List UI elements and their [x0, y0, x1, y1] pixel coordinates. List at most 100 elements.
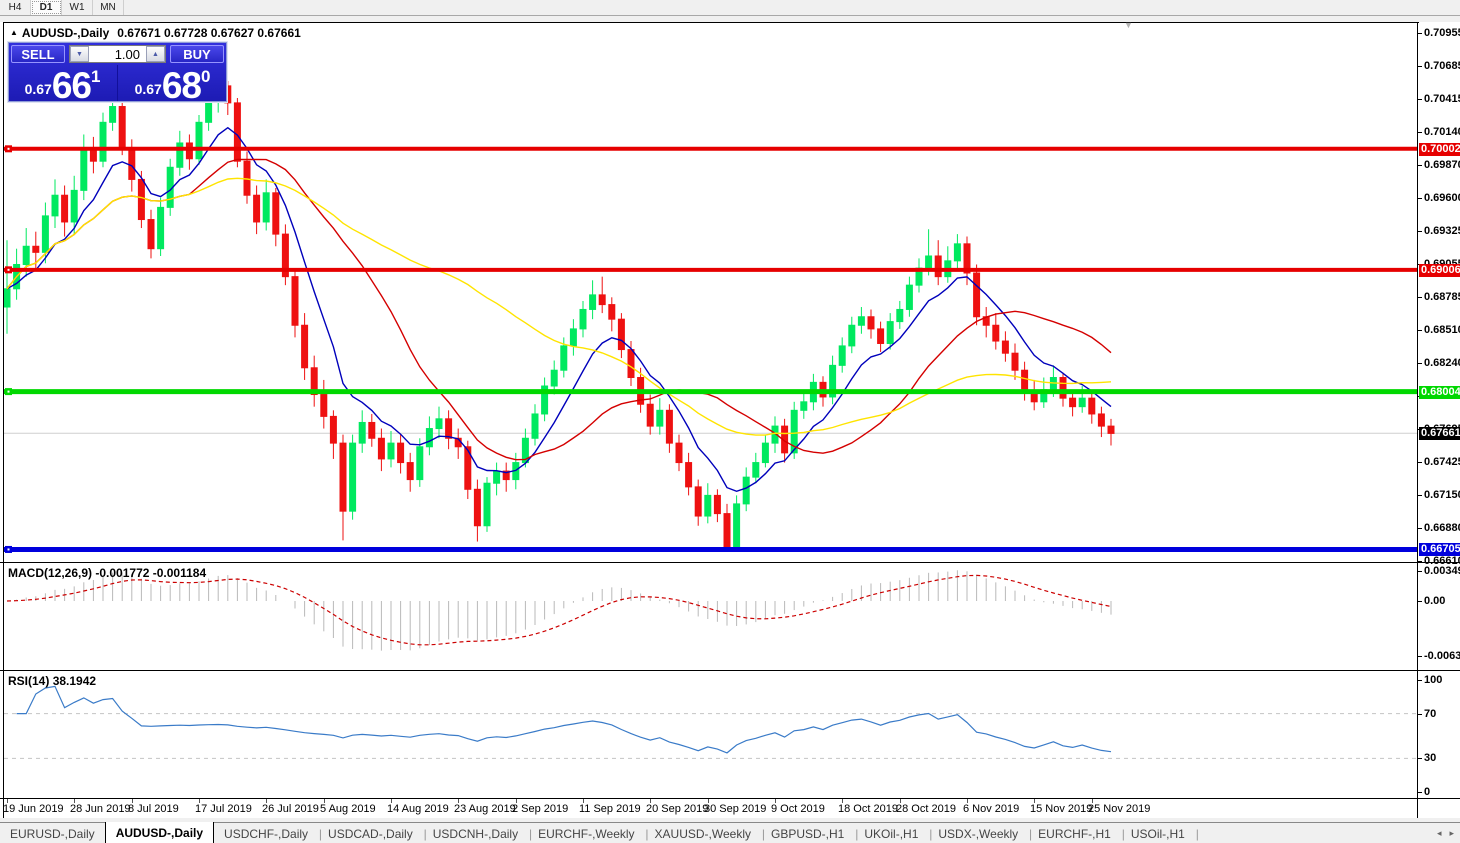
price-tick-label: 0.67150: [1424, 489, 1460, 501]
date-label: 30 Sep 2019: [704, 803, 766, 815]
window-chrome-strip: [0, 16, 1460, 22]
date-label: 6 Nov 2019: [963, 803, 1019, 815]
axis-tick-mark: [1417, 792, 1422, 793]
price-tick-label: 0.69325: [1424, 225, 1460, 237]
buy-price-pip: 0: [201, 67, 210, 87]
price-line-label-0.68004: 0.68004: [1419, 386, 1460, 399]
chart-symbol-label: AUDUSD-,Daily: [22, 26, 109, 40]
trade-panel-divider: [117, 65, 118, 101]
axis-tick-mark: [1417, 714, 1422, 715]
macd-window-separator[interactable]: [0, 562, 1460, 563]
rsi-line: [17, 686, 1111, 753]
date-label: 2 Sep 2019: [512, 803, 568, 815]
tab-scroll-right-icon[interactable]: ▸: [1449, 828, 1454, 839]
date-label: 17 Jul 2019: [195, 803, 252, 815]
price-tick-label: 100: [1424, 674, 1442, 686]
date-label: 26 Jul 2019: [262, 803, 319, 815]
price-line-label-0.69006: 0.69006: [1419, 264, 1460, 277]
axis-tick-mark: [1417, 165, 1422, 166]
macd-signal-line: [7, 575, 1111, 644]
price-tick-label: 0.68785: [1424, 291, 1460, 303]
sell-price-big: 66: [52, 71, 91, 101]
price-tick-label: 0.70685: [1424, 60, 1460, 72]
date-label: 28 Jun 2019: [70, 803, 131, 815]
tab-separator: |: [1196, 827, 1199, 841]
timeframe-toolbar: H4D1W1MN: [0, 0, 1460, 16]
axis-tick-mark: [1417, 132, 1422, 133]
price-tick-label: -0.00637: [1424, 650, 1460, 662]
sell-price-pip: 1: [91, 67, 100, 87]
sell-price[interactable]: 0.67 66 1: [9, 65, 116, 103]
price-line-label-0.66705: 0.66705: [1419, 543, 1460, 556]
rsi-pane: [4, 686, 1417, 758]
tab-usdcnh-daily[interactable]: USDCNH-,Daily|: [423, 823, 528, 843]
trading-terminal: H4D1W1MN ▲ AUDUSD-,Daily 0.67671 0.67728 0…: [0, 0, 1460, 843]
axis-tick-mark: [1417, 231, 1422, 232]
date-label: 28 Oct 2019: [896, 803, 956, 815]
axis-tick-mark: [1417, 561, 1422, 562]
buy-button[interactable]: BUY: [170, 45, 224, 63]
tab-usdchf-daily[interactable]: USDCHF-,Daily|: [214, 823, 318, 843]
price-tick-label: 0.70955: [1424, 27, 1460, 39]
tab-usdcad-daily[interactable]: USDCAD-,Daily|: [318, 823, 423, 843]
axis-tick-mark: [1417, 99, 1422, 100]
axis-tick-mark: [1417, 601, 1422, 602]
axis-tick-mark: [1417, 495, 1422, 496]
price-tick-label: 0.00349: [1424, 565, 1460, 577]
tab-scroll-left-icon[interactable]: ◂: [1437, 828, 1442, 839]
date-label: 15 Nov 2019: [1030, 803, 1092, 815]
timeframe-button-mn[interactable]: MN: [93, 0, 124, 15]
tab-usdx-weekly[interactable]: USDX-,Weekly|: [928, 823, 1028, 843]
volume-input[interactable]: 1.00: [89, 46, 146, 62]
price-tick-label: 0.70415: [1424, 93, 1460, 105]
volume-decrease-button[interactable]: ▼: [70, 46, 89, 62]
axis-tick-mark: [1417, 66, 1422, 67]
tab-usoil-h1[interactable]: USOil-,H1|: [1121, 823, 1195, 843]
macd-indicator-label: MACD(12,26,9) -0.001772 -0.001184: [8, 566, 206, 580]
timeframe-button-d1[interactable]: D1: [31, 0, 62, 15]
chart-canvas[interactable]: [0, 0, 1460, 843]
tab-eurchf-h1[interactable]: EURCHF-,H1|: [1028, 823, 1121, 843]
chart-title: ▲ AUDUSD-,Daily 0.67671 0.67728 0.67627 0.…: [10, 26, 301, 40]
date-label: 11 Sep 2019: [579, 803, 641, 815]
tab-eurusd-daily[interactable]: EURUSD-,Daily: [0, 823, 105, 843]
symbol-tab-bar: EURUSD-,DailyAUDUSD-,DailyUSDCHF-,Daily|…: [0, 822, 1460, 843]
axis-tick-mark: [1417, 680, 1422, 681]
tab-gbpusd-h1[interactable]: GBPUSD-,H1|: [761, 823, 854, 843]
axis-tick-mark: [1417, 462, 1422, 463]
price-tick-label: 0: [1424, 786, 1430, 798]
tab-eurchf-weekly[interactable]: EURCHF-,Weekly|: [528, 823, 644, 843]
trade-panel-top-row: SELL ▼ 1.00 ▲ BUY: [9, 43, 226, 65]
ma-line-45: [7, 178, 1111, 435]
timeframe-button-w1[interactable]: W1: [62, 0, 93, 15]
one-click-trade-panel: SELL ▼ 1.00 ▲ BUY 0.67 66 1 0.67 68 0: [8, 42, 227, 102]
axis-tick-mark: [1417, 656, 1422, 657]
price-tick-label: 30: [1424, 752, 1436, 764]
tab-xauusd-weekly[interactable]: XAUUSD-,Weekly|: [645, 823, 761, 843]
date-axis-separator: [0, 798, 1460, 799]
volume-increase-button[interactable]: ▲: [146, 46, 165, 62]
macd-pane: [7, 570, 1111, 650]
collapse-triangle-icon[interactable]: ▲: [10, 28, 18, 37]
rsi-window-separator[interactable]: [0, 670, 1460, 671]
date-label: 20 Sep 2019: [646, 803, 708, 815]
price-tick-label: 0.70140: [1424, 126, 1460, 138]
volume-stepper: ▼ 1.00 ▲: [69, 45, 166, 63]
date-label: 5 Aug 2019: [320, 803, 376, 815]
date-label: 14 Aug 2019: [387, 803, 449, 815]
sell-button[interactable]: SELL: [11, 45, 65, 63]
timeframe-button-h4[interactable]: H4: [0, 0, 31, 15]
axis-tick-mark: [1417, 330, 1422, 331]
buy-price[interactable]: 0.67 68 0: [119, 65, 226, 103]
chart-ohlc-values: 0.67671 0.67728 0.67627 0.67661: [117, 26, 301, 40]
tab-audusd-daily[interactable]: AUDUSD-,Daily: [105, 822, 214, 843]
date-label: 19 Jun 2019: [3, 803, 64, 815]
sell-price-prefix: 0.67: [25, 81, 52, 97]
axis-tick-mark: [1417, 198, 1422, 199]
current-price-label: 0.67661: [1419, 427, 1460, 440]
price-tick-label: 0.69870: [1424, 159, 1460, 171]
axis-tick-mark: [1417, 297, 1422, 298]
buy-price-prefix: 0.67: [135, 81, 162, 97]
scroll-to-end-icon[interactable]: ▼: [1124, 20, 1133, 30]
tab-ukoil-h1[interactable]: UKOil-,H1|: [854, 823, 928, 843]
